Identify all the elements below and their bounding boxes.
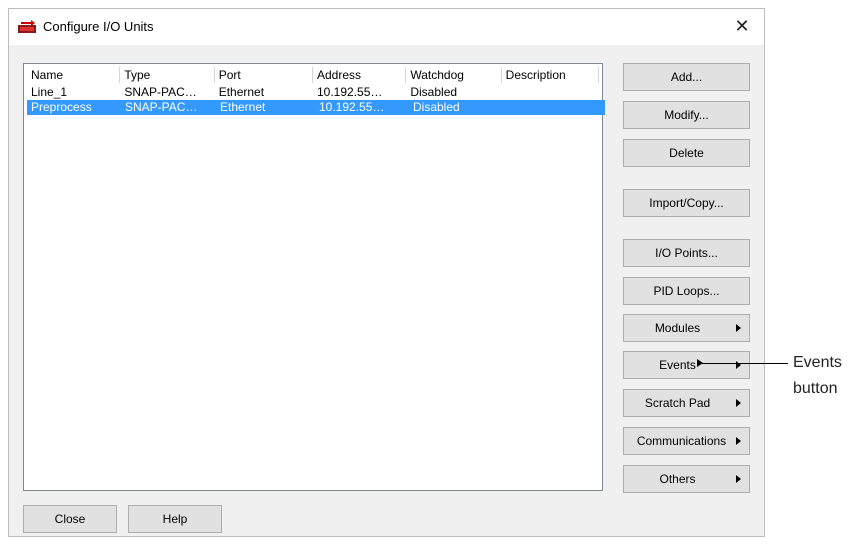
communications-button[interactable]: Communications [623, 427, 750, 455]
cell-name: Line_1 [31, 85, 68, 99]
cell-watchdog: Disabled [413, 100, 460, 114]
list-header: Name Type Port Address Watchdog Descript… [27, 67, 599, 83]
io-unit-icon [18, 20, 36, 33]
scratch-pad-button[interactable]: Scratch Pad [623, 389, 750, 417]
cell-address: 10.192.55… [317, 85, 383, 99]
column-header-name[interactable]: Name [27, 67, 121, 83]
submenu-arrow-icon [736, 399, 741, 407]
events-button-callout: Events button [793, 350, 842, 402]
modules-label: Modules [654, 321, 701, 335]
cell-watchdog: Disabled [410, 85, 458, 99]
import-copy-button[interactable]: Import/Copy... [623, 189, 750, 217]
others-label: Others [659, 472, 696, 486]
add-button[interactable]: Add... [623, 63, 750, 91]
table-row-selected[interactable]: Preprocess SNAP-PAC… Ethernet 10.192.55…… [27, 100, 605, 115]
io-units-list[interactable]: Name Type Port Address Watchdog Descript… [23, 63, 605, 491]
scratch-pad-label: Scratch Pad [644, 396, 711, 410]
events-label: Events [659, 358, 696, 372]
configure-io-units-dialog: Configure I/O Units ✕ Name Type Port Add… [8, 8, 765, 537]
column-header-address[interactable]: Address [313, 67, 407, 83]
close-button[interactable]: Close [23, 505, 117, 533]
cell-address: 10.192.55… [319, 100, 385, 114]
submenu-arrow-icon [736, 475, 741, 483]
events-button[interactable]: Events [623, 351, 750, 379]
modify-button[interactable]: Modify... [623, 101, 750, 129]
cell-description [505, 100, 603, 115]
column-header-type[interactable]: Type [120, 67, 215, 83]
title-bar: Configure I/O Units ✕ [9, 9, 764, 45]
others-button[interactable]: Others [623, 465, 750, 493]
callout-line1: Events [793, 354, 842, 371]
callout-line2: button [793, 380, 838, 397]
submenu-arrow-icon [736, 437, 741, 445]
table-row[interactable]: Line_1 SNAP-PAC… Ethernet 10.192.55… Dis… [27, 85, 599, 100]
pid-loops-button[interactable]: PID Loops... [623, 277, 750, 305]
column-header-port[interactable]: Port [214, 67, 313, 83]
cell-name: Preprocess [31, 100, 92, 114]
help-button[interactable]: Help [128, 505, 222, 533]
io-points-button[interactable]: I/O Points... [623, 239, 750, 267]
delete-button[interactable]: Delete [623, 139, 750, 167]
window-title: Configure I/O Units [43, 19, 154, 34]
callout-arrow-icon [697, 359, 703, 367]
communications-label: Communications [636, 434, 727, 448]
cell-type: SNAP-PAC… [124, 85, 197, 99]
cell-port: Ethernet [220, 100, 266, 114]
cell-description [502, 85, 599, 100]
modules-button[interactable]: Modules [623, 314, 750, 342]
cell-type: SNAP-PAC… [125, 100, 198, 114]
callout-line [697, 363, 788, 364]
close-icon[interactable]: ✕ [730, 14, 754, 38]
cell-port: Ethernet [218, 85, 265, 99]
column-header-description[interactable]: Description [501, 67, 599, 83]
column-header-watchdog[interactable]: Watchdog [406, 67, 502, 83]
submenu-arrow-icon [736, 324, 741, 332]
